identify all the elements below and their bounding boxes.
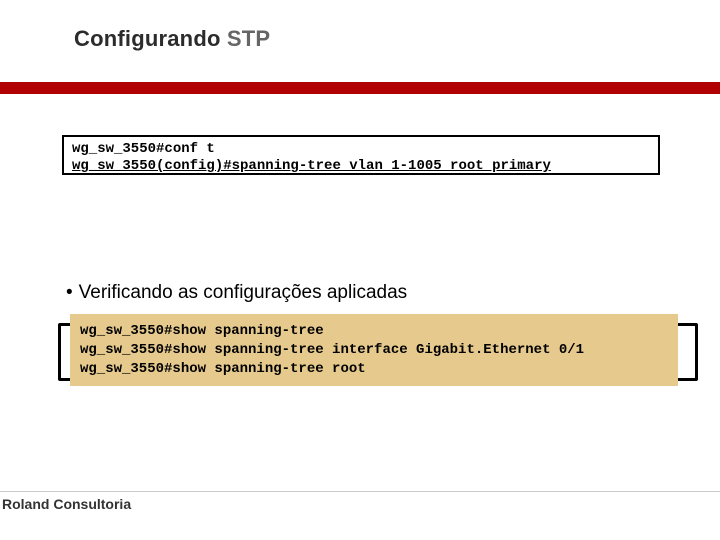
- slide-title: Configurando STP: [74, 26, 270, 52]
- config-line-1: wg_sw_3550#conf t: [72, 141, 215, 157]
- slide: Configurando STP wg_sw_3550#conf t wg_sw…: [0, 0, 720, 540]
- red-divider: [0, 82, 720, 94]
- bullet-line: • Verificando as configurações aplicadas: [66, 282, 407, 304]
- footer-text: Roland Consultoria: [2, 496, 131, 512]
- show-line-2: wg_sw_3550#show spanning-tree interface …: [80, 342, 584, 358]
- footer-rule: [0, 491, 720, 492]
- bullet-text: Verificando as configurações aplicadas: [79, 282, 407, 303]
- title-prefix: Configurando: [74, 26, 227, 51]
- show-code-box: wg_sw_3550#show spanning-tree wg_sw_3550…: [70, 314, 678, 386]
- show-line-3: wg_sw_3550#show spanning-tree root: [80, 361, 366, 377]
- config-code-box: wg_sw_3550#conf t wg_sw_3550(config)#spa…: [62, 135, 660, 175]
- show-line-1: wg_sw_3550#show spanning-tree: [80, 323, 324, 339]
- bullet-dot: •: [66, 282, 73, 303]
- config-line-2: wg_sw_3550(config)#spanning-tree vlan 1-…: [72, 158, 551, 174]
- title-accent: STP: [227, 26, 270, 51]
